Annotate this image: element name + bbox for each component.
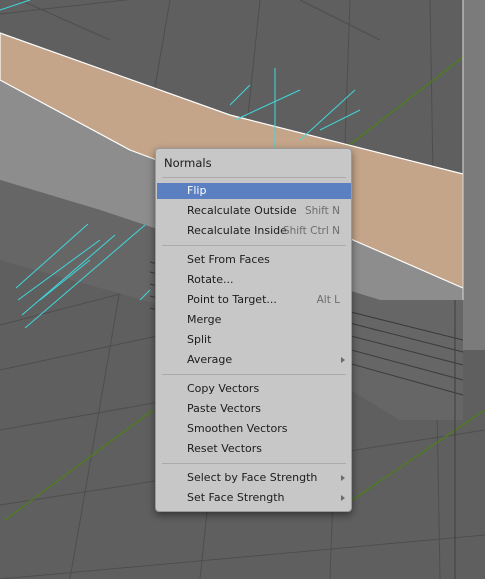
menu-item-recalculate-inside[interactable]: Recalculate Inside Shift Ctrl N xyxy=(157,223,351,239)
menu-separator xyxy=(162,463,346,464)
menu-item-label: Paste Vectors xyxy=(187,402,261,415)
menu-separator xyxy=(162,177,346,178)
menu-item-reset-vectors[interactable]: Reset Vectors xyxy=(157,441,351,457)
menu-separator xyxy=(162,245,346,246)
menu-item-flip[interactable]: Flip xyxy=(157,183,351,199)
submenu-arrow-icon xyxy=(341,475,345,481)
submenu-arrow-icon xyxy=(341,495,345,501)
menu-item-label: Reset Vectors xyxy=(187,442,263,455)
menu-item-paste-vectors[interactable]: Paste Vectors xyxy=(157,401,351,417)
menu-item-recalculate-outside[interactable]: Recalculate Outside Shift N xyxy=(157,203,351,219)
menu-item-label: Recalculate Inside xyxy=(187,224,287,237)
menu-item-shortcut: Shift Ctrl N xyxy=(282,225,340,237)
menu-item-copy-vectors[interactable]: Copy Vectors xyxy=(157,381,351,397)
menu-item-label: Set From Faces xyxy=(187,253,270,266)
normals-context-menu: Normals Flip Recalculate Outside Shift N Re… xyxy=(155,148,352,512)
menu-item-label: Set Face Strength xyxy=(187,491,285,504)
menu-item-merge[interactable]: Merge xyxy=(157,312,351,328)
menu-item-point-to-target[interactable]: Point to Target... Alt L xyxy=(157,292,351,308)
menu-item-label: Merge xyxy=(187,313,222,326)
menu-title: Normals xyxy=(164,156,212,170)
menu-item-label: Smoothen Vectors xyxy=(187,422,288,435)
menu-item-split[interactable]: Split xyxy=(157,332,351,348)
menu-item-label: Average xyxy=(187,353,233,366)
menu-item-smoothen-vectors[interactable]: Smoothen Vectors xyxy=(157,421,351,437)
menu-item-set-from-faces[interactable]: Set From Faces xyxy=(157,252,351,268)
menu-separator xyxy=(162,374,346,375)
menu-item-shortcut: Shift N xyxy=(304,205,340,217)
menu-item-label: Recalculate Outside xyxy=(187,204,297,217)
submenu-arrow-icon xyxy=(341,357,345,363)
menu-item-label: Point to Target... xyxy=(187,293,277,306)
menu-item-label: Select by Face Strength xyxy=(187,471,318,484)
menu-item-average[interactable]: Average xyxy=(157,352,351,368)
menu-item-shortcut: Alt L xyxy=(316,294,340,306)
mesh-right-wall xyxy=(463,0,485,350)
menu-item-label: Split xyxy=(187,333,212,346)
menu-item-rotate[interactable]: Rotate... xyxy=(157,272,351,288)
menu-item-label: Rotate... xyxy=(187,273,234,286)
menu-item-select-by-face-strength[interactable]: Select by Face Strength xyxy=(157,470,351,486)
menu-item-label: Copy Vectors xyxy=(187,382,260,395)
menu-item-set-face-strength[interactable]: Set Face Strength xyxy=(157,490,351,506)
menu-item-label: Flip xyxy=(187,184,207,197)
